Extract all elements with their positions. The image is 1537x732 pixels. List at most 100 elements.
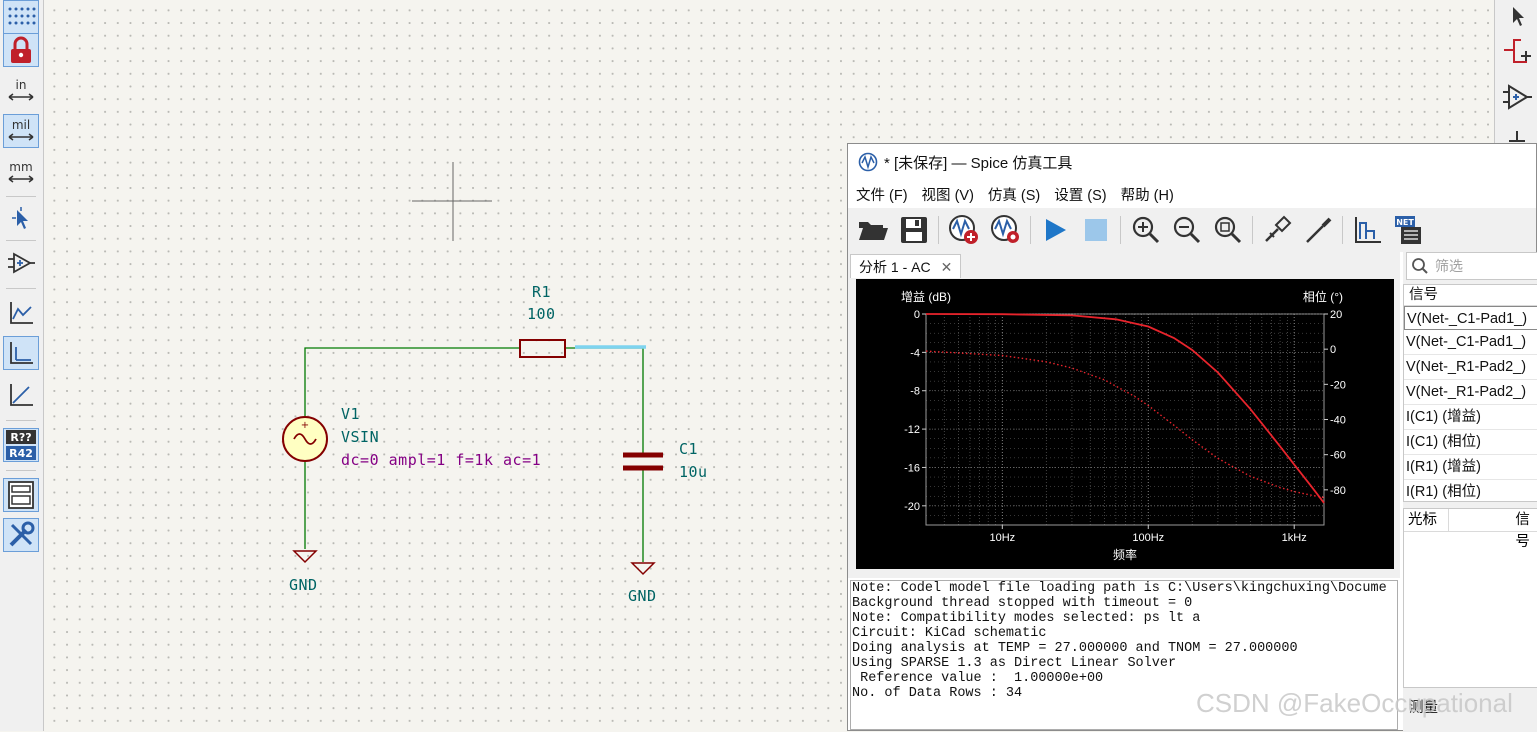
- signal-row[interactable]: I(R1) (相位): [1404, 480, 1537, 501]
- capacitor-symbol[interactable]: [623, 452, 663, 471]
- zoom-out-button[interactable]: [1170, 213, 1204, 247]
- y-axis-label: 增益 (dB): [901, 290, 951, 304]
- console-lines: Note: Codel model file loading path is C…: [851, 581, 1397, 701]
- signals-rows: V(Net-_C1-Pad1_) V(Net-_C1-Pad1_) V(Net-_R…: [1404, 306, 1537, 501]
- capacitor-value-label[interactable]: 10u: [679, 463, 708, 481]
- resistor-ref-label[interactable]: R1: [532, 283, 551, 301]
- filter-input[interactable]: 筛选: [1406, 252, 1537, 280]
- menu-simulation[interactable]: 仿真 (S): [988, 184, 1040, 205]
- zoom-fit-icon: [1214, 216, 1242, 244]
- zoom-fit-button[interactable]: [1211, 213, 1245, 247]
- signals-panel: 筛选 信号 V(Net-_C1-Pad1_) V(Net-_C1-Pad1_) V(…: [1403, 252, 1537, 732]
- y-tick-label: -12: [904, 424, 920, 436]
- x-tick-label: 10Hz: [989, 532, 1015, 544]
- y-tick-label: -8: [910, 386, 920, 398]
- netlist-icon: NET: [1395, 216, 1421, 244]
- x-axis-label: 频率: [1113, 547, 1137, 562]
- tab-close-icon[interactable]: ✕: [941, 259, 953, 276]
- console-line: Using SPARSE 1.3 as Direct Linear Solver: [852, 656, 1177, 671]
- signal-row[interactable]: V(Net-_C1-Pad1_): [1404, 330, 1537, 355]
- search-icon: [1412, 258, 1428, 274]
- signal-row[interactable]: V(Net-_R1-Pad2_): [1404, 355, 1537, 380]
- gnd-symbol-1[interactable]: [292, 550, 318, 564]
- filter-placeholder: 筛选: [1435, 258, 1463, 274]
- gnd-label-1[interactable]: GND: [289, 576, 318, 594]
- signals-header: 信号: [1404, 285, 1537, 306]
- save-icon: [901, 217, 927, 243]
- sim-settings-button[interactable]: [989, 213, 1023, 247]
- y-tick-label: -4: [910, 347, 920, 359]
- open-button[interactable]: [856, 213, 890, 247]
- simulator-toolbar: NET: [848, 208, 1536, 252]
- save-button[interactable]: [897, 213, 931, 247]
- resistor-symbol[interactable]: [519, 339, 566, 358]
- source-ref-label[interactable]: V1: [341, 405, 360, 423]
- add-symbol-button[interactable]: [1499, 80, 1535, 114]
- voltage-source-symbol[interactable]: +: [282, 416, 328, 462]
- menu-file[interactable]: 文件 (F): [856, 184, 908, 205]
- capacitor-ref-label[interactable]: C1: [679, 440, 698, 458]
- bode-plot[interactable]: 0 -4 -8 -12 -16 -20 20 0 -20 -40 -60 -80 10Hz 100Hz 1k…: [856, 279, 1394, 569]
- cursors-panel[interactable]: 光标 信号: [1403, 508, 1537, 688]
- menu-view[interactable]: 视图 (V): [922, 184, 974, 205]
- show-netlist-button[interactable]: NET: [1391, 213, 1425, 247]
- svg-text:NET: NET: [1396, 218, 1414, 227]
- y2-tick-label: -60: [1330, 450, 1346, 462]
- spice-app-icon: [858, 152, 878, 172]
- wire-icon: [1504, 39, 1531, 63]
- x-tick-label: 1kHz: [1282, 532, 1307, 544]
- stop-icon: [1085, 219, 1107, 241]
- source-value-label[interactable]: VSIN: [341, 428, 379, 446]
- watermark: CSDN @FakeOccupational: [1196, 688, 1513, 718]
- console-line: Reference value : 1.00000e+00: [852, 671, 1104, 686]
- svg-text:+: +: [301, 420, 309, 431]
- tune-button[interactable]: [1301, 213, 1335, 247]
- probe-icon: [1265, 215, 1292, 242]
- y2-axis-label: 相位 (°): [1303, 289, 1343, 304]
- add-signal-icon: [949, 215, 978, 244]
- add-signals-button[interactable]: [947, 213, 981, 247]
- show-plot-button[interactable]: [1350, 213, 1384, 247]
- signal-row[interactable]: V(Net-_R1-Pad2_): [1404, 380, 1537, 405]
- console-line: Note: Compatibility modes selected: ps l…: [852, 611, 1201, 626]
- probe-button[interactable]: [1260, 213, 1294, 247]
- signal-row[interactable]: I(C1) (增益): [1404, 405, 1537, 430]
- source-params-label[interactable]: dc=0 ampl=1 f=1k ac=1: [341, 451, 541, 469]
- tab-analysis-1-ac[interactable]: 分析 1 - AC ✕: [850, 254, 962, 279]
- stop-simulation-button[interactable]: [1079, 213, 1113, 247]
- signal-row[interactable]: I(C1) (相位): [1404, 430, 1537, 455]
- phase-series-line: [925, 350, 1325, 499]
- menu-help[interactable]: 帮助 (H): [1121, 184, 1174, 205]
- play-icon: [1046, 219, 1066, 241]
- signal-settings-icon: [991, 215, 1019, 243]
- y2-tick-label: -20: [1330, 379, 1346, 391]
- signal-row[interactable]: V(Net-_C1-Pad1_): [1404, 306, 1537, 330]
- wire-tool-button[interactable]: [1499, 34, 1535, 68]
- signal-row[interactable]: I(R1) (增益): [1404, 455, 1537, 480]
- signals-list[interactable]: 信号 V(Net-_C1-Pad1_) V(Net-_C1-Pad1_) V(Net…: [1403, 284, 1537, 502]
- gnd-symbol-2[interactable]: [630, 562, 656, 576]
- menu-settings[interactable]: 设置 (S): [1054, 184, 1106, 205]
- x-tick-label: 100Hz: [1132, 532, 1164, 544]
- gnd-label-2[interactable]: GND: [628, 587, 657, 605]
- zoom-out-icon: [1173, 216, 1201, 244]
- crosshair-cursor: [412, 162, 492, 241]
- select-arrow-button[interactable]: [1499, 0, 1535, 34]
- plot-tabbar: 分析 1 - AC ✕: [848, 252, 1400, 279]
- cursor-column-header: 光标: [1404, 509, 1450, 531]
- resistor-value-label[interactable]: 100: [527, 305, 556, 323]
- simulator-menubar: 文件 (F) 视图 (V) 仿真 (S) 设置 (S) 帮助 (H): [848, 180, 1536, 208]
- arrow-cursor-icon: [1513, 7, 1524, 26]
- simulator-title: * [未保存] — Spice 仿真工具: [884, 154, 1073, 172]
- simulator-title-bar[interactable]: * [未保存] — Spice 仿真工具: [848, 144, 1536, 180]
- plot-grid-major: [925, 313, 1325, 526]
- zoom-in-button[interactable]: [1129, 213, 1163, 247]
- spice-simulator-window: * [未保存] — Spice 仿真工具 文件 (F) 视图 (V) 仿真 (S…: [847, 143, 1537, 732]
- zoom-in-icon: [1132, 216, 1160, 244]
- y2-tick-label: -80: [1330, 485, 1346, 497]
- y2-tick-label: -40: [1330, 415, 1346, 427]
- plot-grid-minor: [926, 313, 1324, 526]
- run-simulation-button[interactable]: [1038, 213, 1072, 247]
- plot-series-layer: [925, 313, 1325, 504]
- y-tick-label: 0: [914, 309, 920, 321]
